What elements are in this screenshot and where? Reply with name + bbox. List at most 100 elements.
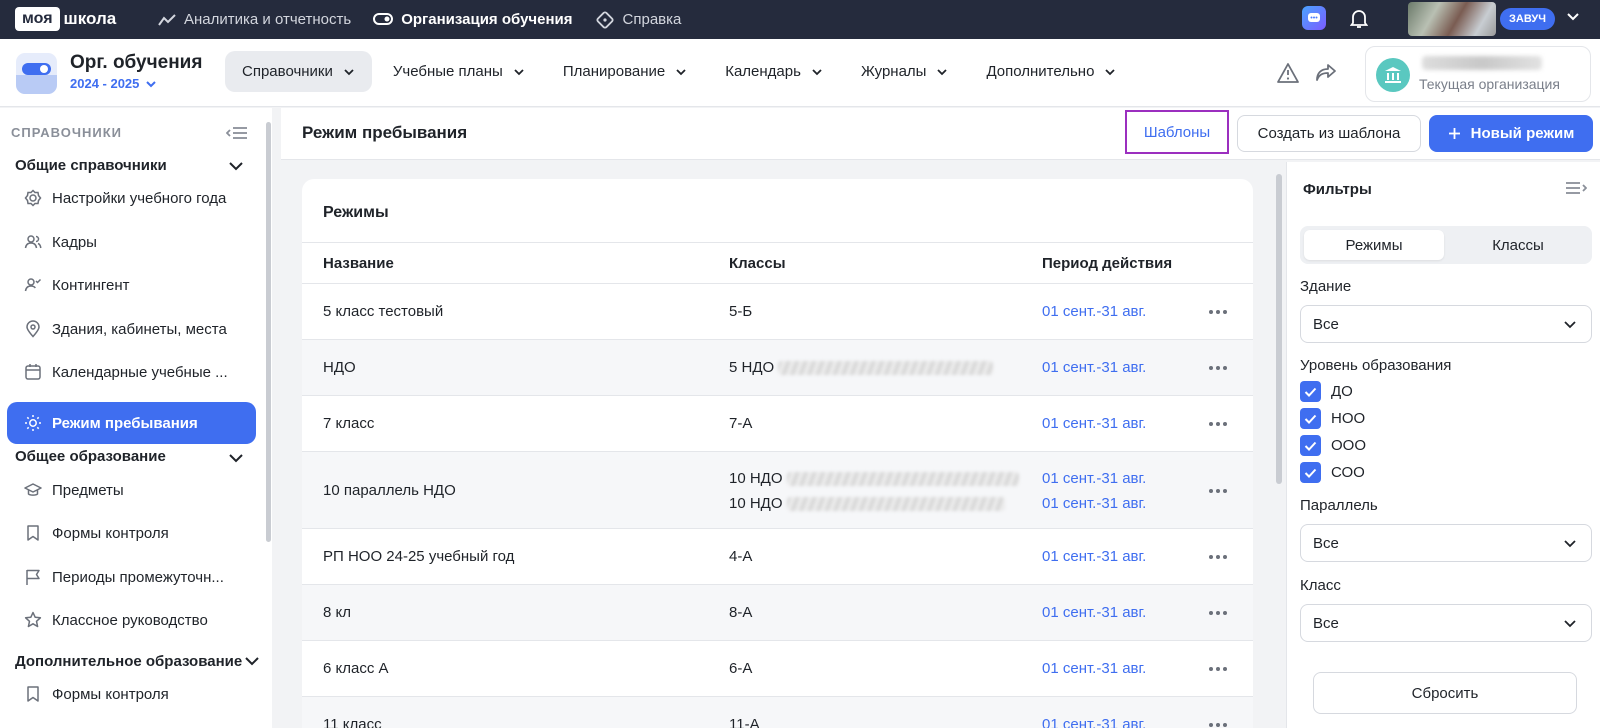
sidebar-group-general[interactable]: Общие справочники bbox=[15, 157, 167, 174]
collapse-sidebar-icon[interactable] bbox=[226, 125, 248, 141]
bell-icon[interactable] bbox=[1350, 9, 1368, 29]
row-period[interactable]: 01 сент.-31 авг. bbox=[1042, 495, 1146, 512]
current-organization-card[interactable]: Текущая организация bbox=[1365, 46, 1591, 102]
new-mode-button[interactable]: Новый режим bbox=[1429, 115, 1593, 152]
level-checkbox-noo[interactable]: НОО bbox=[1300, 408, 1365, 429]
organization-icon bbox=[373, 12, 394, 25]
row-period[interactable]: 01 сент.-31 авг. bbox=[1042, 359, 1146, 376]
checkbox-checked-icon[interactable] bbox=[1300, 462, 1321, 483]
sidebar-scroll-thumb[interactable] bbox=[266, 122, 271, 542]
level-checkbox-ooo[interactable]: ООО bbox=[1300, 435, 1366, 456]
building-value: Все bbox=[1313, 315, 1339, 333]
warning-icon[interactable] bbox=[1276, 62, 1300, 84]
create-from-template-button[interactable]: Создать из шаблона bbox=[1237, 115, 1421, 152]
tab-modes[interactable]: Режимы bbox=[1304, 230, 1444, 260]
more-options-icon[interactable] bbox=[1208, 309, 1228, 315]
chevron-down-icon[interactable] bbox=[228, 453, 244, 463]
top-nav-analytics[interactable]: Аналитика и отчетность bbox=[158, 11, 351, 28]
top-nav-organization-label: Организация обучения bbox=[401, 11, 573, 28]
chevron-down-icon[interactable] bbox=[1566, 12, 1580, 22]
chevron-down-icon bbox=[812, 68, 822, 75]
nav-journals[interactable]: Журналы bbox=[844, 51, 966, 92]
people-icon bbox=[24, 235, 42, 249]
app-logo[interactable]: моя школа bbox=[15, 7, 116, 31]
year-selector[interactable]: 2024 - 2025 bbox=[70, 76, 157, 91]
building-select[interactable]: Все bbox=[1300, 305, 1592, 343]
share-icon[interactable] bbox=[1315, 62, 1337, 82]
row-period[interactable]: 01 сент.-31 авг. bbox=[1042, 470, 1146, 487]
level-label: ДО bbox=[1331, 383, 1353, 400]
redacted-text bbox=[778, 361, 994, 376]
sidebar-item-label: Формы контроля bbox=[52, 524, 169, 542]
sidebar-group-additional-education[interactable]: Дополнительное образование bbox=[15, 653, 242, 670]
level-checkbox-do[interactable]: ДО bbox=[1300, 381, 1353, 402]
table-row[interactable]: 6 класс А 6-А 01 сент.-31 авг. bbox=[302, 641, 1253, 697]
sidebar-item-additional-control-forms[interactable]: Формы контроля bbox=[7, 674, 256, 714]
table-row[interactable]: 5 класс тестовый 5-Б 01 сент.-31 авг. bbox=[302, 284, 1253, 340]
nav-calendar[interactable]: Календарь bbox=[708, 51, 840, 92]
sidebar-item-calendars[interactable]: Календарные учебные ... bbox=[7, 352, 256, 392]
content-scrollbar[interactable] bbox=[1276, 174, 1282, 484]
table-row[interactable]: 10 параллель НДО 10 НДО 10 НДО 01 сент.-… bbox=[302, 452, 1253, 529]
row-period[interactable]: 01 сент.-31 авг. bbox=[1042, 660, 1146, 677]
chevron-down-icon bbox=[514, 68, 524, 75]
more-options-icon[interactable] bbox=[1208, 365, 1228, 371]
chevron-down-icon[interactable] bbox=[244, 656, 260, 666]
column-header-classes[interactable]: Классы bbox=[729, 255, 786, 272]
sidebar-item-subjects[interactable]: Предметы bbox=[7, 470, 256, 510]
sidebar-item-buildings[interactable]: Здания, кабинеты, места bbox=[7, 309, 256, 349]
chevron-down-icon[interactable] bbox=[228, 161, 244, 171]
row-period[interactable]: 01 сент.-31 авг. bbox=[1042, 548, 1146, 565]
sidebar-item-staff[interactable]: Кадры bbox=[7, 222, 256, 262]
role-badge[interactable]: ЗАВУЧ bbox=[1500, 8, 1555, 30]
top-nav-help[interactable]: Справка bbox=[595, 10, 681, 30]
parallel-select[interactable]: Все bbox=[1300, 524, 1592, 562]
sidebar-item-control-forms[interactable]: Формы контроля bbox=[7, 513, 256, 553]
nav-additional[interactable]: Дополнительно bbox=[969, 51, 1133, 92]
table-row[interactable]: 11 класс 11-А 01 сент.-31 авг. bbox=[302, 697, 1253, 728]
sidebar-item-year-settings[interactable]: Настройки учебного года bbox=[7, 178, 256, 218]
module-logo-icon bbox=[16, 53, 57, 94]
sidebar-item-contingent[interactable]: Контингент bbox=[7, 265, 256, 305]
column-header-period[interactable]: Период действия bbox=[1042, 255, 1172, 272]
sidebar-item-stay-mode[interactable]: Режим пребывания bbox=[7, 402, 256, 444]
more-options-icon[interactable] bbox=[1208, 722, 1228, 728]
checkbox-checked-icon[interactable] bbox=[1300, 435, 1321, 456]
row-period[interactable]: 01 сент.-31 авг. bbox=[1042, 303, 1146, 320]
contingent-icon bbox=[24, 278, 42, 292]
row-period[interactable]: 01 сент.-31 авг. bbox=[1042, 716, 1146, 728]
checkbox-checked-icon[interactable] bbox=[1300, 408, 1321, 429]
row-period[interactable]: 01 сент.-31 авг. bbox=[1042, 604, 1146, 621]
table-row[interactable]: 7 класс 7-А 01 сент.-31 авг. bbox=[302, 396, 1253, 452]
templates-button[interactable]: Шаблоны bbox=[1125, 110, 1229, 154]
chat-icon[interactable] bbox=[1302, 6, 1326, 30]
column-header-name[interactable]: Название bbox=[323, 255, 394, 272]
sidebar-group-general-education[interactable]: Общее образование bbox=[15, 448, 166, 465]
more-options-icon[interactable] bbox=[1208, 488, 1228, 494]
more-options-icon[interactable] bbox=[1208, 554, 1228, 560]
tab-classes[interactable]: Классы bbox=[1448, 230, 1588, 260]
nav-curricula[interactable]: Учебные планы bbox=[376, 51, 542, 92]
reset-filters-button[interactable]: Сбросить bbox=[1313, 672, 1577, 714]
sidebar-item-class-management[interactable]: Классное руководство bbox=[7, 600, 256, 640]
collapse-filters-icon[interactable] bbox=[1565, 180, 1587, 196]
more-options-icon[interactable] bbox=[1208, 421, 1228, 427]
top-nav-organization[interactable]: Организация обучения bbox=[373, 11, 573, 28]
sidebar-scrollbar[interactable] bbox=[265, 118, 272, 718]
table-row[interactable]: НДО 5 НДО 01 сент.-31 авг. bbox=[302, 340, 1253, 396]
class-select[interactable]: Все bbox=[1300, 604, 1592, 642]
sidebar-item-periods[interactable]: Периоды промежуточн... bbox=[7, 557, 256, 597]
settings-icon bbox=[24, 189, 42, 207]
more-options-icon[interactable] bbox=[1208, 610, 1228, 616]
level-checkbox-soo[interactable]: СОО bbox=[1300, 462, 1365, 483]
sidebar-item-label: Календарные учебные ... bbox=[52, 363, 228, 381]
row-period[interactable]: 01 сент.-31 авг. bbox=[1042, 415, 1146, 432]
nav-references[interactable]: Справочники bbox=[225, 51, 372, 92]
avatar[interactable] bbox=[1408, 2, 1496, 36]
nav-planning[interactable]: Планирование bbox=[546, 51, 704, 92]
table-row[interactable]: 8 кл 8-А 01 сент.-31 авг. bbox=[302, 585, 1253, 641]
help-icon bbox=[595, 10, 614, 29]
table-row[interactable]: РП НОО 24-25 учебный год 4-А 01 сент.-31… bbox=[302, 529, 1253, 585]
checkbox-checked-icon[interactable] bbox=[1300, 381, 1321, 402]
more-options-icon[interactable] bbox=[1208, 666, 1228, 672]
